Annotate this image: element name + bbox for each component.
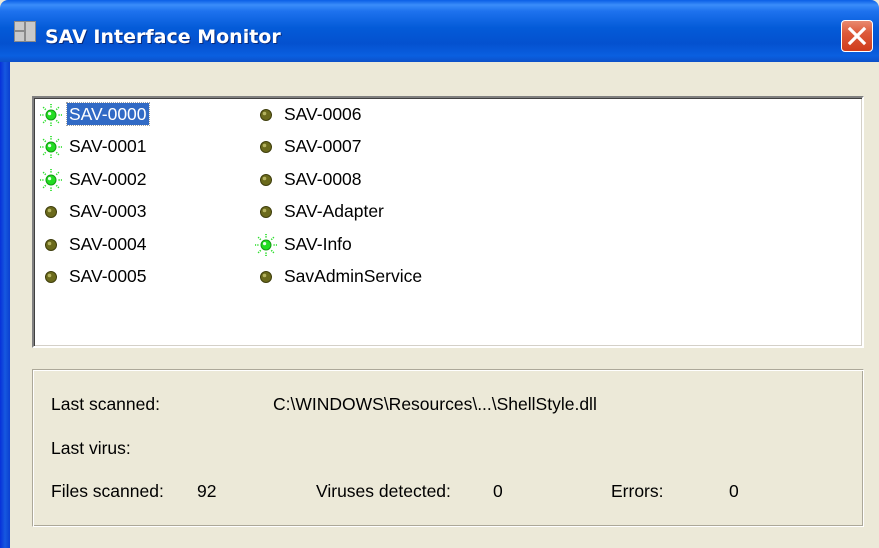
sav-monitor-window: SAV Interface Monitor SAV-0000 SAV-0001 … (0, 0, 879, 548)
interface-name: SAV-0000 (66, 102, 150, 126)
window-left-border (0, 62, 10, 548)
green-status-light-icon (38, 134, 64, 160)
files-scanned-value: 92 (197, 481, 217, 501)
olive-status-dot-icon (38, 264, 64, 290)
interface-name: SAV-0002 (69, 169, 147, 189)
scan-status-panel: Last scanned: C:\WINDOWS\Resources\...\S… (32, 369, 864, 527)
last-virus-label: Last virus: (51, 438, 131, 458)
viruses-detected-label: Viruses detected: (316, 481, 451, 501)
olive-status-dot-icon (38, 232, 64, 258)
olive-status-dot-icon (253, 199, 279, 225)
interface-name: SAV-0008 (284, 169, 362, 189)
interface-name: SAV-0003 (69, 201, 147, 221)
interface-name: SAV-Adapter (284, 201, 384, 221)
interface-list[interactable]: SAV-0000 SAV-0001 SAV-0002 SAV-0003 SAV-… (32, 96, 864, 348)
green-status-light-icon (253, 232, 279, 258)
window-title: SAV Interface Monitor (45, 26, 281, 48)
olive-status-dot-icon (253, 264, 279, 290)
files-scanned-label: Files scanned: (51, 481, 164, 501)
app-icon (14, 21, 36, 42)
close-icon (847, 26, 867, 46)
interface-name: SavAdminService (284, 266, 423, 286)
interface-name: SAV-Info (284, 234, 352, 254)
errors-label: Errors: (611, 481, 664, 501)
olive-status-dot-icon (253, 134, 279, 160)
interface-name: SAV-0001 (69, 136, 147, 156)
last-scanned-label: Last scanned: (51, 394, 160, 414)
viruses-detected-value: 0 (493, 481, 503, 501)
interface-name: SAV-0005 (69, 266, 147, 286)
olive-status-dot-icon (253, 167, 279, 193)
interface-name: SAV-0004 (69, 234, 147, 254)
last-scanned-value: C:\WINDOWS\Resources\...\ShellStyle.dll (273, 394, 597, 414)
close-button[interactable] (841, 20, 873, 52)
green-status-light-icon (38, 167, 64, 193)
errors-value: 0 (729, 481, 739, 501)
olive-status-dot-icon (253, 102, 279, 128)
olive-status-dot-icon (38, 199, 64, 225)
interface-name: SAV-0006 (284, 104, 362, 124)
green-status-light-icon (38, 102, 64, 128)
interface-name: SAV-0007 (284, 136, 362, 156)
title-bar[interactable]: SAV Interface Monitor (0, 0, 879, 62)
